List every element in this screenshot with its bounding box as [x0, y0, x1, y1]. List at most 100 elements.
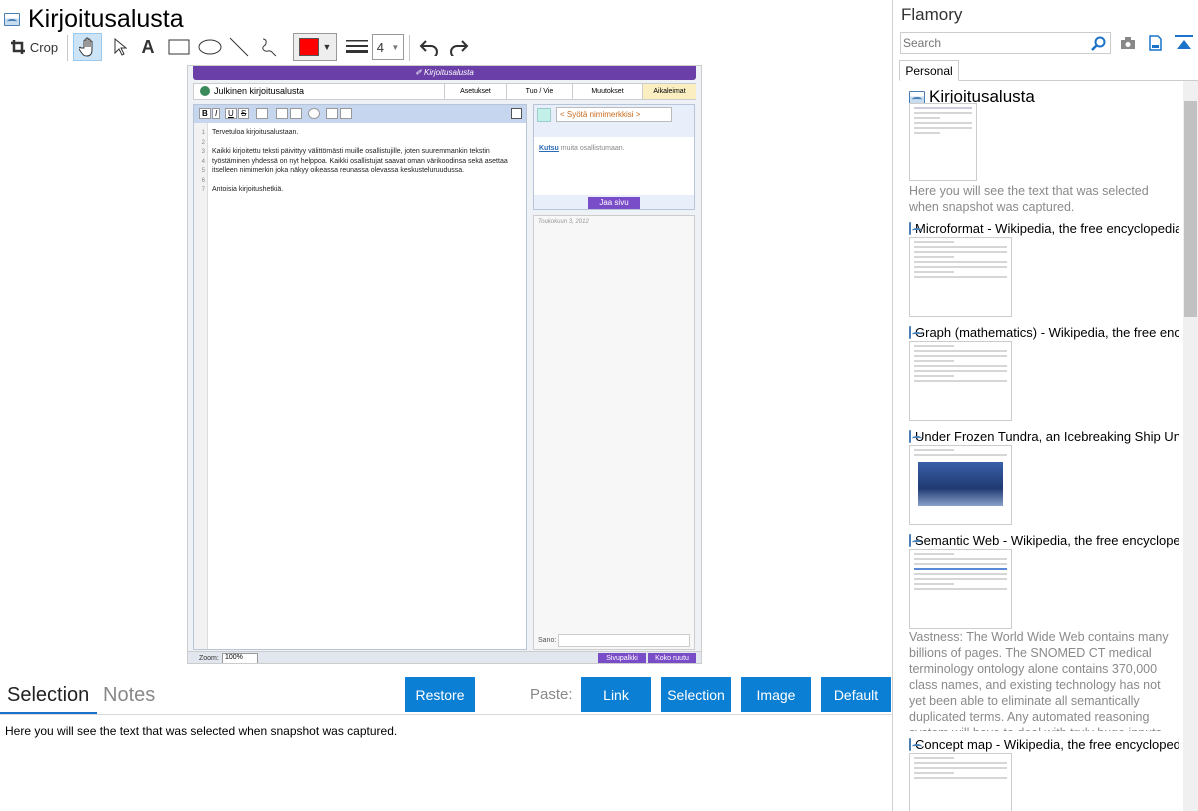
text-icon: A [141, 36, 155, 57]
divider [67, 35, 68, 61]
scrollbar[interactable] [1183, 81, 1198, 811]
list-item-label: Concept map - Wikipedia, the free encycl… [915, 737, 1179, 752]
tab-notes[interactable]: Notes [103, 684, 155, 707]
undo-icon [419, 40, 438, 56]
list-item-title[interactable]: Concept map - Wikipedia, the free encycl… [909, 737, 1179, 752]
shot-say-input [558, 634, 690, 647]
line-tool-button[interactable] [227, 33, 251, 61]
divider [0, 714, 893, 715]
shot-tab: Tuo / Vie [506, 84, 572, 99]
list-item-thumbnail[interactable] [909, 237, 1012, 317]
bold-icon: B [199, 108, 211, 119]
undo-button[interactable] [416, 33, 442, 61]
shot-status-bar: Zoom: 100% Sivupalkki Koko ruutu [188, 651, 701, 663]
italic-icon: I [212, 108, 221, 119]
globe-icon [200, 86, 210, 96]
selection-text[interactable]: Here you will see the text that was sele… [5, 724, 397, 738]
search-input[interactable] [903, 35, 1088, 51]
indent-icon [276, 108, 288, 119]
line-width-select[interactable]: 4 ▼ [372, 34, 404, 60]
chevron-down-icon: ▼ [322, 42, 332, 52]
save-icon [511, 108, 522, 119]
tab-selection[interactable]: Selection [7, 684, 89, 707]
ellipse-tool-button[interactable] [196, 33, 224, 61]
divider [409, 35, 410, 61]
freehand-tool-button[interactable] [257, 33, 281, 61]
shot-user-list: Kutsu muita osallistumaan. [534, 137, 694, 195]
page-icon [4, 12, 20, 26]
shot-invite-text: Kutsu muita osallistumaan. [539, 145, 625, 152]
document-icon[interactable] [1149, 35, 1162, 51]
color-picker[interactable]: ▼ [293, 33, 337, 61]
redo-icon [340, 108, 352, 119]
shot-fullscreen-button: Koko ruutu [648, 653, 696, 663]
invite-link: Kutsu [539, 145, 559, 152]
paste-selection-button[interactable]: Selection [661, 677, 731, 712]
line-number: 4 [201, 158, 205, 165]
list-icon [256, 108, 268, 119]
line-number: 6 [201, 177, 205, 184]
redo-icon [450, 40, 469, 56]
list-item-thumbnail[interactable] [909, 445, 1012, 525]
list-item-thumbnail[interactable] [909, 549, 1012, 629]
camera-icon[interactable] [1121, 37, 1135, 49]
paste-label: Paste: [530, 686, 573, 703]
list-item-description: Vastness: The World Wide Web contains ma… [909, 630, 1169, 731]
chevron-down-icon: ▼ [391, 42, 400, 52]
list-item-thumbnail[interactable] [909, 103, 977, 181]
line-width-icon [344, 33, 370, 61]
line-number: 5 [201, 168, 205, 174]
shot-user-panel: < Syötä nimimerkkisi > Kutsu muita osall… [533, 104, 695, 210]
list-item-title[interactable]: Microformat - Wikipedia, the free encycl… [909, 221, 1179, 236]
list-item-title[interactable]: Under Frozen Tundra, an Icebreaking Ship… [909, 429, 1179, 444]
editor-line: Antoisia kirjoitushetkiä. [212, 186, 284, 193]
page-icon [909, 738, 922, 751]
page-title: Kirjoitusalusta [28, 4, 184, 33]
restore-button[interactable]: Restore [405, 677, 475, 712]
pointer-icon [114, 38, 127, 56]
list-item-title[interactable]: Semantic Web - Wikipedia, the free encyc… [909, 533, 1179, 548]
line-number: 7 [201, 187, 205, 193]
page-icon [909, 222, 922, 235]
select-tool-button[interactable] [107, 33, 133, 61]
rectangle-icon [168, 39, 190, 55]
scrollbar-thumb[interactable] [1184, 101, 1197, 317]
list-item-thumbnail[interactable] [909, 753, 1012, 811]
snapshot-panel: Kirjoitusalusta Crop A ▼ 4 ▼ ✐ Kirjoitus… [0, 0, 893, 811]
shot-chat-date: Toukokuun 3, 2012 [538, 219, 589, 225]
tab-personal[interactable]: Personal [899, 60, 959, 81]
search-icon[interactable] [1091, 36, 1106, 51]
list-item-label: Semantic Web - Wikipedia, the free encyc… [915, 533, 1179, 548]
shot-say-label: Sano: [538, 637, 557, 644]
title-row: Kirjoitusalusta [4, 4, 184, 34]
text-tool-button[interactable]: A [136, 33, 160, 61]
shot-header: ✐ Kirjoitusalusta [193, 66, 696, 80]
ellipse-icon [198, 39, 222, 55]
list-item-thumbnail[interactable] [909, 341, 1012, 421]
shot-zoom-label: Zoom: [199, 655, 219, 662]
paste-image-button[interactable]: Image [741, 677, 811, 712]
list-item-title[interactable]: Graph (mathematics) - Wikipedia, the fre… [909, 325, 1179, 340]
undo-icon [326, 108, 338, 119]
rectangle-tool-button[interactable] [166, 33, 192, 61]
redo-button[interactable] [446, 33, 472, 61]
shot-tab: Asetukset [444, 84, 506, 99]
strikethrough-icon: S [238, 108, 250, 119]
shot-line-gutter: 1 2 3 4 5 6 7 [194, 123, 208, 649]
collapse-icon[interactable] [1175, 35, 1193, 51]
page-icon [909, 430, 922, 443]
shot-tab: Muutokset [572, 84, 642, 99]
list-item-label: Under Frozen Tundra, an Icebreaking Ship… [915, 429, 1179, 444]
crop-label: Crop [29, 39, 59, 55]
clear-format-icon [308, 108, 320, 119]
captured-screenshot[interactable]: ✐ Kirjoitusalusta Julkinen kirjoitusalus… [187, 65, 702, 664]
paste-default-button[interactable]: Default [821, 677, 891, 712]
search-box[interactable] [900, 32, 1111, 54]
page-icon [909, 326, 922, 339]
flamory-sidebar: Flamory Personal Kirjoitusalusta Here yo… [894, 0, 1198, 811]
line-number: 3 [201, 149, 205, 155]
paste-link-button[interactable]: Link [581, 677, 651, 712]
hand-tool-button[interactable] [73, 33, 102, 61]
crop-button[interactable]: Crop [6, 33, 62, 61]
